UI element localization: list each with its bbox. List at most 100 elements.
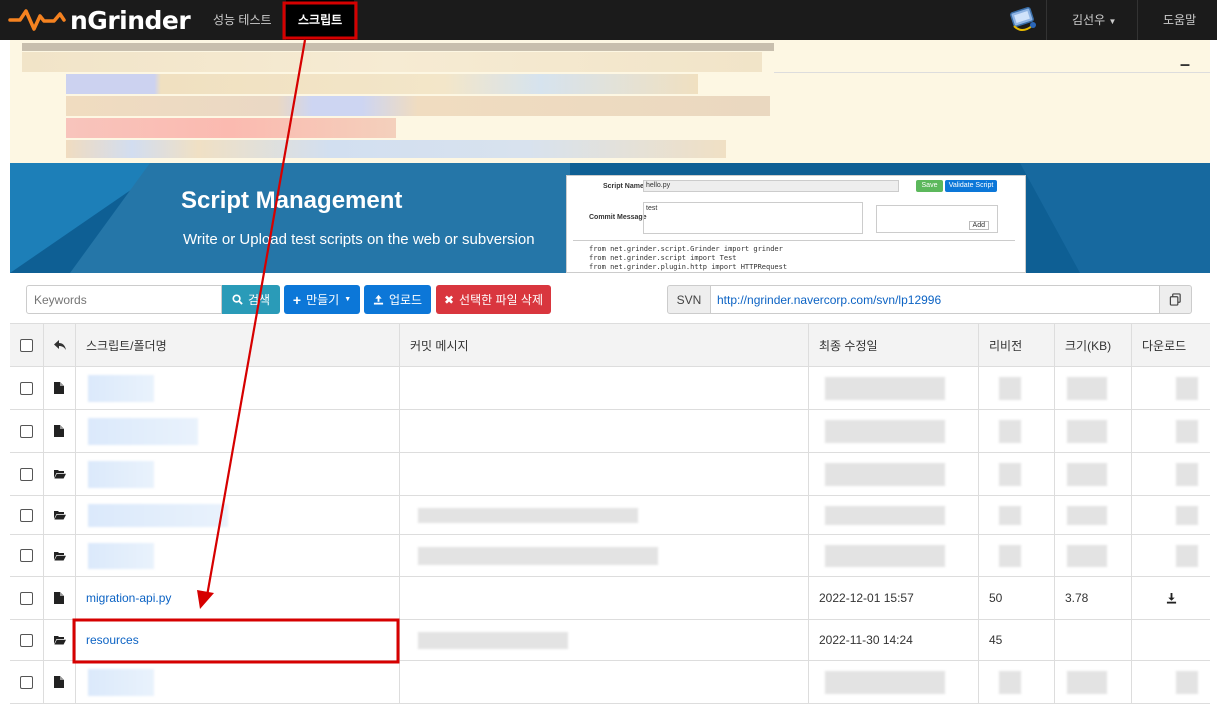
- brand-logo[interactable]: nGrinder: [8, 5, 191, 35]
- row-type-cell: [43, 577, 75, 619]
- nav-script[interactable]: 스크립트: [286, 0, 355, 40]
- row-checkbox[interactable]: [20, 467, 33, 481]
- row-commit-cell: [399, 496, 808, 534]
- blurred-size: [1067, 506, 1107, 525]
- blurred-name: [88, 543, 154, 569]
- row-size-cell: [1054, 661, 1131, 703]
- close-icon: ✖: [443, 292, 455, 307]
- collapse-button[interactable]: –: [1180, 54, 1190, 75]
- blurred-download: [1176, 420, 1198, 443]
- delete-selected-button[interactable]: ✖ 선택한 파일 삭제: [436, 285, 551, 314]
- row-modified-cell: [808, 661, 978, 703]
- script-management-banner: Script Management Write or Upload test s…: [10, 163, 1210, 273]
- table-row[interactable]: [10, 535, 1210, 577]
- delete-button-label: 선택한 파일 삭제: [459, 293, 543, 307]
- row-checkbox[interactable]: [20, 591, 33, 605]
- blurred-revision: [999, 545, 1021, 567]
- blurred-name: [88, 418, 198, 445]
- row-name-cell: [75, 535, 399, 576]
- mock-save: Save: [916, 180, 943, 192]
- nav-perf-test[interactable]: 성능 테스트: [213, 0, 272, 40]
- row-name-cell: [75, 367, 399, 409]
- row-modified-cell: 2022-11-30 14:24: [808, 620, 978, 660]
- copy-url-button[interactable]: [1159, 285, 1192, 314]
- row-name-cell: resources: [75, 620, 399, 660]
- row-checkbox[interactable]: [20, 633, 33, 647]
- pulse-logo-icon: [8, 9, 66, 31]
- column-commit[interactable]: 커밋 메시지: [399, 324, 808, 366]
- row-name-cell: [75, 496, 399, 534]
- column-name[interactable]: 스크립트/폴더명: [75, 324, 399, 366]
- revision-number: 45: [989, 633, 1003, 647]
- notice-divider: [774, 72, 1210, 73]
- search-input[interactable]: [26, 285, 222, 314]
- column-modified[interactable]: 최종 수정일: [808, 324, 978, 366]
- row-revision-cell: 50: [978, 577, 1054, 619]
- row-name-cell: [75, 453, 399, 495]
- table-row[interactable]: resources 2022-11-30 14:24 45: [10, 620, 1210, 661]
- table-row[interactable]: migration-api.py 2022-12-01 15:57 50 3.78: [10, 577, 1210, 620]
- table-row[interactable]: [10, 410, 1210, 453]
- reply-icon[interactable]: [54, 340, 66, 350]
- row-checkbox[interactable]: [20, 508, 33, 522]
- row-select-cell: [10, 661, 43, 703]
- column-size[interactable]: 크기(KB): [1054, 324, 1131, 366]
- notice-blurred-line: [66, 96, 770, 116]
- user-menu[interactable]: 김선우 ▼: [1072, 0, 1116, 40]
- table-row[interactable]: [10, 661, 1210, 704]
- row-download-cell: [1131, 453, 1210, 495]
- select-all-checkbox[interactable]: [20, 338, 33, 352]
- user-agent-icon[interactable]: [1008, 4, 1038, 36]
- row-download-cell: [1131, 410, 1210, 452]
- table-row[interactable]: [10, 453, 1210, 496]
- notice-panel: –: [10, 40, 1210, 163]
- row-checkbox[interactable]: [20, 549, 33, 562]
- blurred-name: [88, 504, 228, 527]
- caret-down-icon: ▼: [1108, 17, 1117, 26]
- blurred-revision: [999, 377, 1021, 400]
- row-checkbox[interactable]: [20, 381, 33, 395]
- upload-button[interactable]: 업로드: [364, 285, 431, 314]
- blurred-date: [825, 377, 945, 400]
- help-link[interactable]: 도움말: [1163, 0, 1196, 40]
- svn-label: SVN: [667, 285, 711, 314]
- blurred-size: [1067, 671, 1107, 694]
- blurred-commit: [418, 547, 658, 565]
- mock-label: Commit Message: [589, 214, 647, 221]
- row-download-cell: [1131, 620, 1210, 660]
- table-row[interactable]: [10, 496, 1210, 535]
- user-name: 김선우: [1072, 13, 1106, 27]
- row-commit-cell: [399, 535, 808, 576]
- column-revision[interactable]: 리비전: [978, 324, 1054, 366]
- download-icon[interactable]: [1166, 592, 1177, 604]
- row-checkbox[interactable]: [20, 675, 33, 689]
- row-checkbox[interactable]: [20, 424, 33, 438]
- svn-url-field[interactable]: http://ngrinder.navercorp.com/svn/lp1299…: [710, 285, 1160, 314]
- row-select-cell: [10, 453, 43, 495]
- blurred-date: [825, 420, 945, 443]
- row-revision-cell: [978, 453, 1054, 495]
- blurred-size: [1067, 545, 1107, 567]
- notice-blurred-line: [22, 43, 774, 51]
- row-modified-cell: 2022-12-01 15:57: [808, 577, 978, 619]
- row-commit-cell: [399, 620, 808, 660]
- mock-validate: Validate Script: [945, 180, 997, 192]
- nav-divider: [1046, 0, 1047, 40]
- row-type-cell: [43, 535, 75, 576]
- mock-code-line: from net.grinder.script.Grinder import g…: [589, 245, 783, 253]
- script-link[interactable]: migration-api.py: [86, 591, 171, 605]
- mock-field: Add: [876, 205, 998, 233]
- nav-divider: [1137, 0, 1138, 40]
- row-revision-cell: [978, 367, 1054, 409]
- banner-subtitle: Write or Upload test scripts on the web …: [183, 231, 535, 248]
- row-size-cell: [1054, 410, 1131, 452]
- table-row[interactable]: [10, 367, 1210, 410]
- create-dropdown-button[interactable]: + 만들기 ▼: [284, 285, 360, 314]
- search-button[interactable]: 검색: [222, 285, 280, 314]
- blurred-name: [88, 375, 154, 402]
- row-modified-cell: [808, 367, 978, 409]
- script-link[interactable]: resources: [86, 633, 139, 647]
- caret-down-icon: ▼: [344, 296, 352, 303]
- brand-name: nGrinder: [70, 5, 191, 35]
- blurred-date: [825, 463, 945, 486]
